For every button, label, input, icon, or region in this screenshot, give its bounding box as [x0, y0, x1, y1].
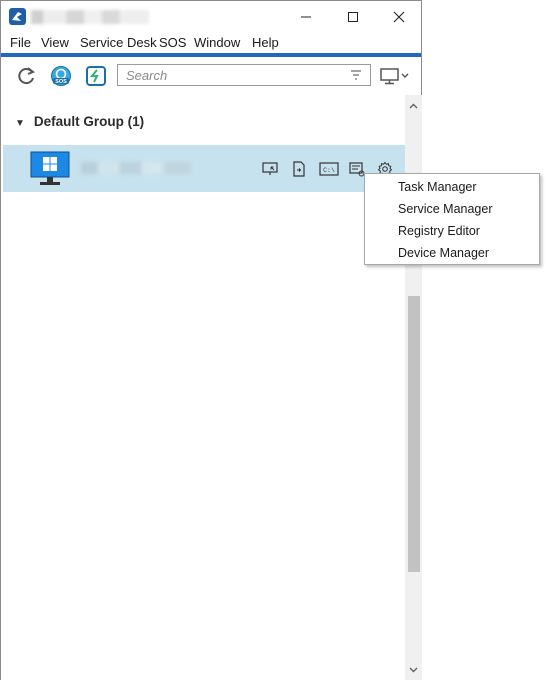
- windows-monitor-icon: [30, 151, 70, 187]
- menu-service-desk[interactable]: Service Desk: [80, 35, 157, 50]
- command-prompt-icon[interactable]: C:\: [318, 160, 340, 178]
- close-button[interactable]: [376, 1, 422, 33]
- menu-sos[interactable]: SOS: [159, 35, 186, 50]
- maximize-icon: [348, 12, 358, 22]
- remote-view-icon[interactable]: [261, 160, 279, 178]
- menu-item-device-manager[interactable]: Device Manager: [398, 242, 489, 264]
- scroll-up-icon[interactable]: [405, 97, 422, 114]
- menu-bar: File View Service Desk SOS Window Help: [1, 33, 421, 53]
- filter-icon[interactable]: [350, 69, 362, 84]
- svg-text:C:\: C:\: [323, 167, 335, 174]
- sos-icon[interactable]: SOS: [50, 65, 72, 87]
- monitor-view-icon: [380, 68, 409, 85]
- refresh-icon[interactable]: [15, 65, 37, 87]
- menu-window[interactable]: Window: [194, 35, 240, 50]
- device-row[interactable]: C:\: [3, 145, 405, 192]
- device-list: ▼ Default Group (1) C:\: [1, 95, 405, 680]
- collapse-arrow-icon[interactable]: ▼: [15, 118, 25, 129]
- window-title-redacted: [31, 10, 149, 24]
- minimize-button[interactable]: [283, 1, 329, 33]
- scroll-down-icon[interactable]: [405, 661, 422, 678]
- minimize-icon: [301, 16, 311, 18]
- file-transfer-icon[interactable]: [290, 160, 308, 178]
- menu-item-registry-editor[interactable]: Registry Editor: [398, 220, 480, 242]
- view-mode-button[interactable]: [379, 65, 413, 87]
- device-name-redacted: [81, 162, 191, 174]
- close-icon: [393, 11, 405, 23]
- svg-text:SOS: SOS: [55, 79, 67, 85]
- group-header[interactable]: ▼ Default Group (1): [15, 114, 144, 129]
- context-menu: Task Manager Service Manager Registry Ed…: [364, 173, 540, 265]
- search-input[interactable]: [126, 67, 346, 83]
- menu-item-service-manager[interactable]: Service Manager: [398, 198, 493, 220]
- maximize-button[interactable]: [330, 1, 376, 33]
- remote-connect-icon[interactable]: [85, 65, 107, 87]
- app-window: File View Service Desk SOS Window Help S…: [0, 0, 422, 680]
- app-logo-icon: [9, 8, 26, 25]
- menu-file[interactable]: File: [10, 35, 31, 50]
- menu-help[interactable]: Help: [252, 35, 279, 50]
- group-label: Default Group (1): [33, 114, 145, 129]
- scroll-thumb[interactable]: [408, 296, 420, 572]
- search-box[interactable]: [117, 64, 371, 86]
- menu-view[interactable]: View: [41, 35, 69, 50]
- title-bar[interactable]: [1, 1, 421, 33]
- menu-item-task-manager[interactable]: Task Manager: [398, 176, 477, 198]
